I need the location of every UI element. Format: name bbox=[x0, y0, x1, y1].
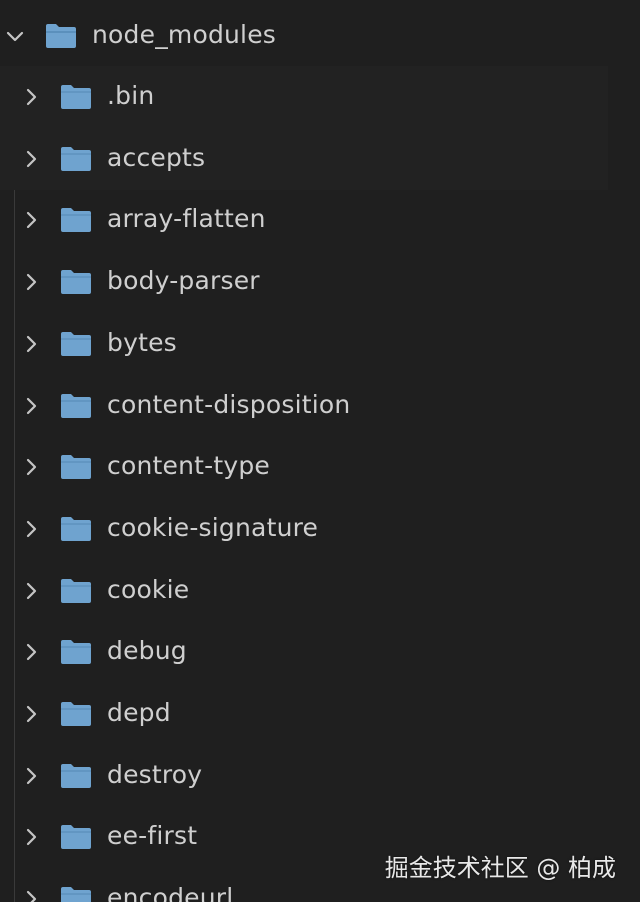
chevron-down-icon[interactable] bbox=[4, 25, 26, 47]
tree-row-folder[interactable]: destroy bbox=[0, 745, 640, 807]
tree-row-folder[interactable]: depd bbox=[0, 683, 640, 745]
folder-icon bbox=[61, 825, 91, 850]
chevron-right-icon[interactable] bbox=[20, 765, 42, 787]
chevron-right-icon[interactable] bbox=[20, 888, 42, 902]
chevron-right-icon[interactable] bbox=[20, 641, 42, 663]
tree-row-label: debug bbox=[107, 636, 187, 666]
chevron-right-icon[interactable] bbox=[20, 86, 42, 108]
tree-row-folder[interactable]: accepts bbox=[0, 127, 608, 190]
folder-icon bbox=[61, 270, 91, 295]
tree-row-node-modules[interactable]: node_modules bbox=[0, 5, 640, 67]
chevron-right-icon[interactable] bbox=[20, 456, 42, 478]
tree-row-label: encodeurl bbox=[107, 883, 234, 902]
tree-row-label: body-parser bbox=[107, 266, 260, 296]
folder-icon bbox=[61, 887, 91, 902]
tree-row-folder[interactable]: cookie bbox=[0, 560, 640, 622]
tree-row-label: accepts bbox=[107, 142, 206, 172]
watermark-text: 掘金技术社区 @ 柏成 bbox=[384, 854, 616, 882]
folder-icon bbox=[61, 455, 91, 480]
folder-icon bbox=[61, 208, 91, 233]
chevron-right-icon[interactable] bbox=[20, 580, 42, 602]
tree-row-label: ee-first bbox=[107, 821, 198, 851]
chevron-right-icon[interactable] bbox=[20, 271, 42, 293]
chevron-right-icon[interactable] bbox=[20, 148, 42, 170]
folder-open-icon bbox=[46, 24, 76, 48]
folder-icon bbox=[61, 146, 91, 171]
tree-row-folder[interactable]: bytes bbox=[0, 313, 640, 375]
tree-row-folder[interactable]: array-flatten bbox=[0, 189, 640, 251]
folder-icon bbox=[61, 516, 91, 541]
chevron-right-icon[interactable] bbox=[20, 826, 42, 848]
chevron-right-icon[interactable] bbox=[20, 518, 42, 540]
folder-icon bbox=[61, 763, 91, 788]
tree-row-label: bytes bbox=[107, 327, 177, 357]
tree-row-label: cookie-signature bbox=[107, 512, 319, 542]
tree-row-folder[interactable]: content-type bbox=[0, 436, 640, 498]
chevron-right-icon[interactable] bbox=[20, 333, 42, 355]
tree-row-label: content-disposition bbox=[107, 389, 351, 419]
folder-icon bbox=[61, 640, 91, 665]
folder-icon bbox=[61, 702, 91, 726]
chevron-right-icon[interactable] bbox=[20, 209, 42, 231]
folder-icon bbox=[61, 393, 91, 418]
tree-row-label: depd bbox=[107, 698, 171, 727]
tree-row-folder[interactable]: .bin bbox=[0, 66, 608, 128]
folder-icon bbox=[61, 85, 91, 109]
tree-row-label: array-flatten bbox=[107, 204, 266, 234]
tree-row-folder[interactable]: cookie-signature bbox=[0, 498, 640, 560]
folder-icon bbox=[61, 578, 91, 603]
tree-row-label: destroy bbox=[107, 759, 203, 789]
tree-row-label: cookie bbox=[107, 574, 190, 604]
file-explorer-tree: node_modules .bin accepts array-flatten bod… bbox=[0, 0, 640, 902]
folder-icon bbox=[61, 331, 91, 356]
chevron-right-icon[interactable] bbox=[20, 395, 42, 417]
tree-row-folder[interactable]: content-disposition bbox=[0, 375, 640, 437]
tree-row-folder[interactable]: body-parser bbox=[0, 251, 640, 313]
tree-row-folder[interactable]: debug bbox=[0, 621, 640, 683]
tree-row-label: node_modules bbox=[92, 20, 277, 49]
tree-row-label: .bin bbox=[107, 81, 155, 110]
chevron-right-icon[interactable] bbox=[20, 703, 42, 725]
tree-row-label: content-type bbox=[107, 451, 270, 481]
